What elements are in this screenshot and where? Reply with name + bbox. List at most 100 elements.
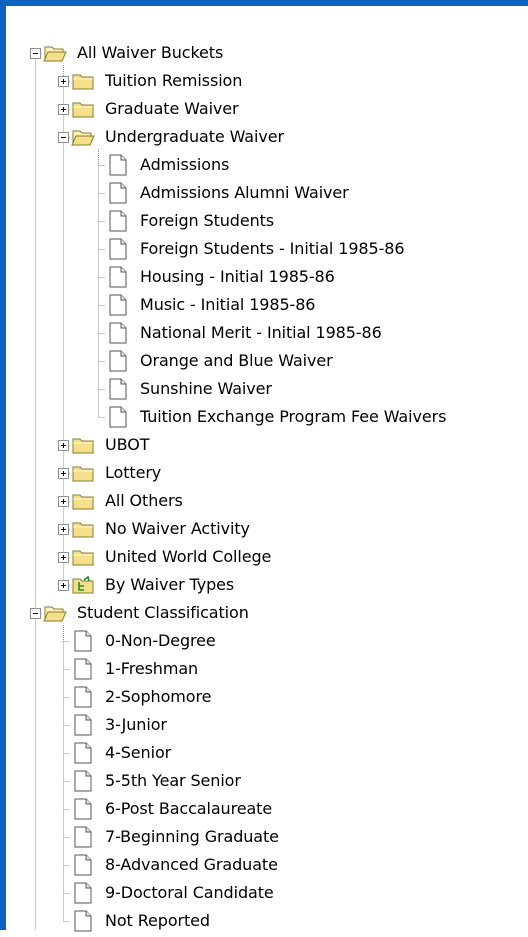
page-icon xyxy=(106,377,130,401)
tree-node-label[interactable]: Foreign Students - Initial 1985-86 xyxy=(138,239,406,259)
folder-closed-icon xyxy=(71,545,95,569)
tree-node-label[interactable]: 0-Non-Degree xyxy=(103,631,218,651)
page-icon xyxy=(71,909,95,933)
tree-node-label[interactable]: By Waiver Types xyxy=(103,575,236,595)
tree-node-label[interactable]: 7-Beginning Graduate xyxy=(103,827,281,847)
tree-node-label[interactable]: 5-5th Year Senior xyxy=(103,771,243,791)
expand-plus-icon[interactable] xyxy=(58,76,69,87)
expand-plus-icon[interactable] xyxy=(58,104,69,115)
tree-node-housing-initial-1985-86[interactable]: Housing - Initial 1985-86 xyxy=(106,263,337,291)
tree-node-label[interactable]: Sunshine Waiver xyxy=(138,379,274,399)
page-icon xyxy=(71,629,95,653)
expand-plus-icon[interactable] xyxy=(58,440,69,451)
tree-node-sunshine-waiver[interactable]: Sunshine Waiver xyxy=(106,375,274,403)
tree-node-label[interactable]: Foreign Students xyxy=(138,211,276,231)
page-icon xyxy=(71,741,95,765)
tree-node-label[interactable]: 2-Sophomore xyxy=(103,687,213,707)
tree-view[interactable]: All Waiver Buckets Tuition Remission Gradu… xyxy=(12,12,528,932)
tree-node-all-waiver-buckets[interactable]: All Waiver Buckets xyxy=(43,39,225,67)
tree-node-graduate-waiver[interactable]: Graduate Waiver xyxy=(71,95,241,123)
tree-node-label[interactable]: 1-Freshman xyxy=(103,659,200,679)
tree-node-label[interactable]: Tuition Exchange Program Fee Waivers xyxy=(138,407,448,427)
tree-node-tuition-exchange-program-fee-waivers[interactable]: Tuition Exchange Program Fee Waivers xyxy=(106,403,448,431)
page-icon xyxy=(106,181,130,205)
tree-node-label[interactable]: Tuition Remission xyxy=(103,71,244,91)
tree-node-label[interactable]: 9-Doctoral Candidate xyxy=(103,883,276,903)
tree-node-label[interactable]: Admissions Alumni Waiver xyxy=(138,183,351,203)
tree-node-3-junior[interactable]: 3-Junior xyxy=(71,711,169,739)
page-icon xyxy=(71,825,95,849)
page-icon xyxy=(106,237,130,261)
tree-node-national-merit-initial-1985-86[interactable]: National Merit - Initial 1985-86 xyxy=(106,319,384,347)
tree-node-label[interactable]: All Waiver Buckets xyxy=(75,43,225,63)
tree-node-foreign-students[interactable]: Foreign Students xyxy=(106,207,276,235)
tree-node-4-senior[interactable]: 4-Senior xyxy=(71,739,173,767)
page-icon xyxy=(106,209,130,233)
tree-node-label[interactable]: Graduate Waiver xyxy=(103,99,241,119)
folder-closed-icon xyxy=(71,69,95,93)
page-icon xyxy=(106,405,130,429)
tree-node-music-initial-1985-86[interactable]: Music - Initial 1985-86 xyxy=(106,291,317,319)
page-icon xyxy=(71,853,95,877)
tree-node-1-freshman[interactable]: 1-Freshman xyxy=(71,655,200,683)
tree-node-label[interactable]: Lottery xyxy=(103,463,163,483)
folder-closed-icon xyxy=(71,433,95,457)
tree-node-admissions[interactable]: Admissions xyxy=(106,151,231,179)
tree-node-label[interactable]: Admissions xyxy=(138,155,231,175)
page-icon xyxy=(71,713,95,737)
tree-node-7-beginning-graduate[interactable]: 7-Beginning Graduate xyxy=(71,823,281,851)
tree-node-label[interactable]: 4-Senior xyxy=(103,743,173,763)
tree-node-8-advanced-graduate[interactable]: 8-Advanced Graduate xyxy=(71,851,280,879)
page-icon xyxy=(71,685,95,709)
tree-node-label[interactable]: Not Reported xyxy=(103,911,212,931)
expand-plus-icon[interactable] xyxy=(58,524,69,535)
folder-open-icon xyxy=(71,125,95,149)
tree-node-no-waiver-activity[interactable]: No Waiver Activity xyxy=(71,515,252,543)
hierarchy-folder-icon xyxy=(71,573,95,597)
tree-node-not-reported[interactable]: Not Reported xyxy=(71,907,212,935)
tree-node-0-non-degree[interactable]: 0-Non-Degree xyxy=(71,627,218,655)
tree-node-label[interactable]: Orange and Blue Waiver xyxy=(138,351,335,371)
tree-node-tuition-remission[interactable]: Tuition Remission xyxy=(71,67,244,95)
tree-node-5-5th-year-senior[interactable]: 5-5th Year Senior xyxy=(71,767,243,795)
folder-open-icon xyxy=(43,41,67,65)
folder-closed-icon xyxy=(71,97,95,121)
page-icon xyxy=(106,293,130,317)
tree-node-orange-and-blue-waiver[interactable]: Orange and Blue Waiver xyxy=(106,347,335,375)
tree-node-undergraduate-waiver[interactable]: Undergraduate Waiver xyxy=(71,123,286,151)
tree-node-label[interactable]: 8-Advanced Graduate xyxy=(103,855,280,875)
tree-node-lottery[interactable]: Lottery xyxy=(71,459,163,487)
tree-node-label[interactable]: All Others xyxy=(103,491,185,511)
tree-node-label[interactable]: National Merit - Initial 1985-86 xyxy=(138,323,384,343)
collapse-minus-icon[interactable] xyxy=(30,608,41,619)
collapse-minus-icon[interactable] xyxy=(30,48,41,59)
tree-node-6-post-baccalaureate[interactable]: 6-Post Baccalaureate xyxy=(71,795,274,823)
page-icon xyxy=(71,769,95,793)
tree-node-ubot[interactable]: UBOT xyxy=(71,431,151,459)
tree-node-label[interactable]: Housing - Initial 1985-86 xyxy=(138,267,337,287)
page-icon xyxy=(106,349,130,373)
expand-plus-icon[interactable] xyxy=(58,468,69,479)
tree-node-label[interactable]: Music - Initial 1985-86 xyxy=(138,295,317,315)
expand-plus-icon[interactable] xyxy=(58,552,69,563)
tree-node-student-classification[interactable]: Student Classification xyxy=(43,599,251,627)
tree-node-9-doctoral-candidate[interactable]: 9-Doctoral Candidate xyxy=(71,879,276,907)
tree-node-foreign-students-initial-1985-86[interactable]: Foreign Students - Initial 1985-86 xyxy=(106,235,406,263)
collapse-minus-icon[interactable] xyxy=(58,132,69,143)
tree-node-united-world-college[interactable]: United World College xyxy=(71,543,273,571)
tree-node-label[interactable]: Student Classification xyxy=(75,603,251,623)
tree-node-all-others[interactable]: All Others xyxy=(71,487,185,515)
folder-closed-icon xyxy=(71,517,95,541)
expand-plus-icon[interactable] xyxy=(58,580,69,591)
tree-node-admissions-alumni-waiver[interactable]: Admissions Alumni Waiver xyxy=(106,179,351,207)
tree-node-2-sophomore[interactable]: 2-Sophomore xyxy=(71,683,213,711)
tree-node-label[interactable]: UBOT xyxy=(103,435,151,455)
tree-node-label[interactable]: 6-Post Baccalaureate xyxy=(103,799,274,819)
tree-node-label[interactable]: United World College xyxy=(103,547,273,567)
folder-closed-icon xyxy=(71,461,95,485)
tree-node-label[interactable]: Undergraduate Waiver xyxy=(103,127,286,147)
tree-node-label[interactable]: 3-Junior xyxy=(103,715,169,735)
expand-plus-icon[interactable] xyxy=(58,496,69,507)
tree-node-by-waiver-types[interactable]: By Waiver Types xyxy=(71,571,236,599)
tree-node-label[interactable]: No Waiver Activity xyxy=(103,519,252,539)
